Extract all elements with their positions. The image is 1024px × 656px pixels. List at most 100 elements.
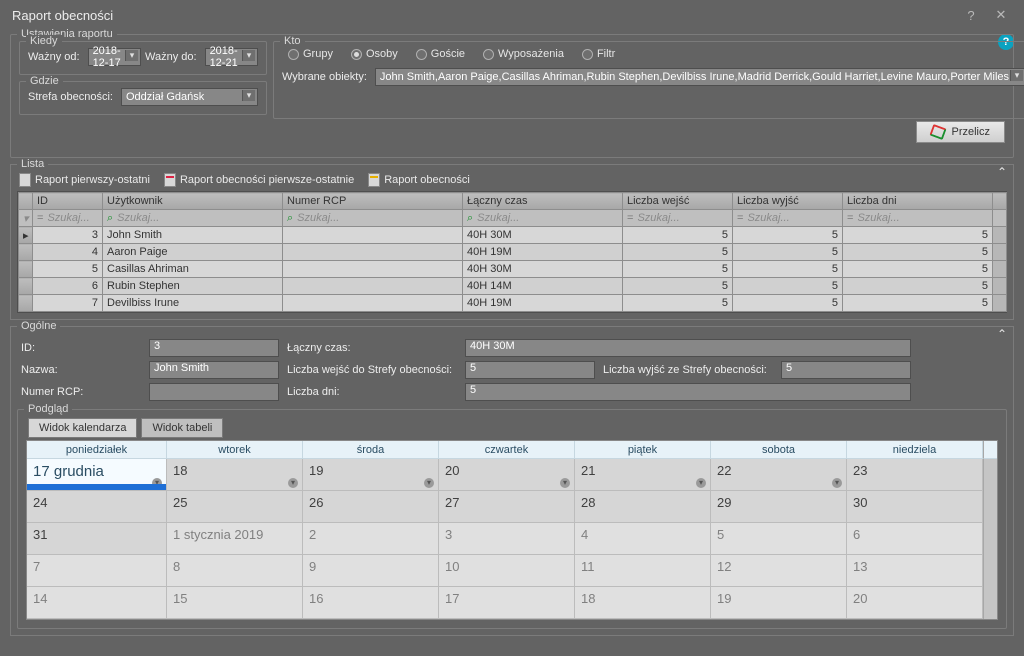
tab-calendar-view[interactable]: Widok kalendarza (28, 418, 137, 438)
calendar-day[interactable]: 20 (847, 587, 983, 619)
filter-out[interactable]: =Szukaj... (733, 210, 843, 227)
calendar-day[interactable]: 6 (847, 523, 983, 555)
valid-from-label: Ważny od: (28, 51, 80, 63)
radio-wyposazenia[interactable]: Wyposażenia (483, 48, 564, 60)
calendar-day[interactable]: 11 (575, 555, 711, 587)
table-row[interactable]: 6Rubin Stephen40H 14M555 (19, 278, 1007, 295)
calendar-day[interactable]: 16 (303, 587, 439, 619)
gen-in-value: 5 (465, 361, 595, 379)
valid-to-input[interactable]: 2018-12-21 (205, 48, 258, 66)
calendar-day[interactable]: 19▾ (303, 459, 439, 491)
help-button[interactable]: ? (956, 8, 986, 23)
gen-name-label: Nazwa: (21, 364, 137, 376)
calendar-day[interactable]: 7 (27, 555, 167, 587)
table-row[interactable]: 4Aaron Paige40H 19M555 (19, 244, 1007, 261)
col-rcp[interactable]: Numer RCP (283, 193, 463, 210)
recalculate-button[interactable]: Przelicz (916, 121, 1005, 143)
calendar-day[interactable]: 27 (439, 491, 575, 523)
calendar-day[interactable]: 4 (575, 523, 711, 555)
calendar-day[interactable]: 10 (439, 555, 575, 587)
content: Ustawienia raportu Kiedy Ważny od: 2018-… (0, 30, 1024, 652)
calendar-day[interactable]: 15 (167, 587, 303, 619)
calendar-day[interactable]: 22▾ (711, 459, 847, 491)
grid-filter-row[interactable]: ▾ =Szukaj... ⌕Szukaj... ⌕Szukaj... ⌕Szuk… (19, 210, 1007, 227)
calendar-scrollbar[interactable] (983, 491, 997, 523)
grid-scrollbar[interactable] (993, 193, 1007, 210)
calendar-day[interactable]: 20▾ (439, 459, 575, 491)
filter-rcp[interactable]: ⌕Szukaj... (283, 210, 463, 227)
calendar-day[interactable]: 28 (575, 491, 711, 523)
chevron-down-icon[interactable]: ▾ (152, 478, 162, 488)
report-first-last[interactable]: Raport pierwszy-ostatni (19, 173, 150, 187)
zone-select[interactable]: Oddział Gdańsk (121, 88, 258, 106)
table-row[interactable]: ▸3John Smith40H 30M555 (19, 227, 1007, 244)
calendar-day[interactable]: 3 (439, 523, 575, 555)
calendar-day[interactable]: 12 (711, 555, 847, 587)
selected-objects-input[interactable]: John Smith,Aaron Paige,Casillas Ahriman,… (375, 68, 1024, 86)
col-out[interactable]: Liczba wyjść (733, 193, 843, 210)
filter-time[interactable]: ⌕Szukaj... (463, 210, 623, 227)
cell-in: 5 (623, 227, 733, 244)
col-user[interactable]: Użytkownik (103, 193, 283, 210)
list-grid[interactable]: ID Użytkownik Numer RCP Łączny czas Licz… (17, 191, 1007, 313)
calendar-scrollbar[interactable] (983, 459, 997, 491)
calendar-day[interactable]: 17 grudnia▾ (27, 459, 167, 491)
calendar-day[interactable]: 14 (27, 587, 167, 619)
calendar-day[interactable]: 8 (167, 555, 303, 587)
where-legend: Gdzie (26, 75, 63, 87)
radio-filtr[interactable]: Filtr (582, 48, 615, 60)
radio-grupy[interactable]: Grupy (288, 48, 333, 60)
table-row[interactable]: 5Casillas Ahriman40H 30M555 (19, 261, 1007, 278)
calendar-day[interactable]: 19 (711, 587, 847, 619)
chevron-down-icon[interactable]: ▾ (696, 478, 706, 488)
valid-from-input[interactable]: 2018-12-17 (88, 48, 141, 66)
radio-osoby[interactable]: Osoby (351, 48, 398, 60)
grid-header[interactable]: ID Użytkownik Numer RCP Łączny czas Licz… (19, 193, 1007, 227)
filter-days[interactable]: =Szukaj... (843, 210, 993, 227)
calendar-day[interactable]: 21▾ (575, 459, 711, 491)
preview-fieldset: Podgląd Widok kalendarza Widok tabeli po… (17, 409, 1007, 629)
calendar[interactable]: poniedziałekwtorekśrodaczwartekpiąteksob… (26, 440, 998, 620)
report-presence-first-last[interactable]: Raport obecności pierwsze-ostatnie (164, 173, 354, 187)
calendar-day[interactable]: 18▾ (167, 459, 303, 491)
calendar-day[interactable]: 2 (303, 523, 439, 555)
calendar-day[interactable]: 18 (575, 587, 711, 619)
filter-in[interactable]: =Szukaj... (623, 210, 733, 227)
calendar-day[interactable]: 29 (711, 491, 847, 523)
list-collapse-icon[interactable]: ⌃ (997, 165, 1007, 179)
filter-user[interactable]: ⌕Szukaj... (103, 210, 283, 227)
col-id[interactable]: ID (33, 193, 103, 210)
calendar-day[interactable]: 25 (167, 491, 303, 523)
report-presence[interactable]: Raport obecności (368, 173, 470, 187)
calendar-day[interactable]: 13 (847, 555, 983, 587)
calendar-day[interactable]: 17 (439, 587, 575, 619)
radio-goscie[interactable]: Goście (416, 48, 465, 60)
calendar-day[interactable]: 24 (27, 491, 167, 523)
chevron-down-icon[interactable]: ▾ (424, 478, 434, 488)
calendar-day[interactable]: 1 stycznia 2019 (167, 523, 303, 555)
filter-op-cell[interactable]: ▾ (19, 210, 33, 227)
calendar-scrollbar[interactable] (983, 555, 997, 587)
table-row[interactable]: 7Devilbiss Irune40H 19M555 (19, 295, 1007, 312)
calendar-day[interactable]: 26 (303, 491, 439, 523)
calendar-day[interactable]: 30 (847, 491, 983, 523)
filter-id[interactable]: =Szukaj... (33, 210, 103, 227)
chevron-down-icon[interactable]: ▾ (560, 478, 570, 488)
col-time[interactable]: Łączny czas (463, 193, 623, 210)
gen-time-label: Łączny czas: (287, 342, 453, 354)
cell-id: 4 (33, 244, 103, 261)
close-button[interactable]: ✕ (986, 7, 1016, 23)
calendar-day[interactable]: 5 (711, 523, 847, 555)
col-days[interactable]: Liczba dni (843, 193, 993, 210)
calendar-day[interactable]: 9 (303, 555, 439, 587)
calendar-scrollbar[interactable] (983, 441, 997, 459)
calendar-day[interactable]: 23 (847, 459, 983, 491)
calendar-scrollbar[interactable] (983, 587, 997, 619)
chevron-down-icon[interactable]: ▾ (288, 478, 298, 488)
tab-table-view[interactable]: Widok tabeli (141, 418, 223, 438)
chevron-down-icon[interactable]: ▾ (832, 478, 842, 488)
calendar-day[interactable]: 31 (27, 523, 167, 555)
general-collapse-icon[interactable]: ⌃ (997, 327, 1007, 341)
col-in[interactable]: Liczba wejść (623, 193, 733, 210)
calendar-scrollbar[interactable] (983, 523, 997, 555)
